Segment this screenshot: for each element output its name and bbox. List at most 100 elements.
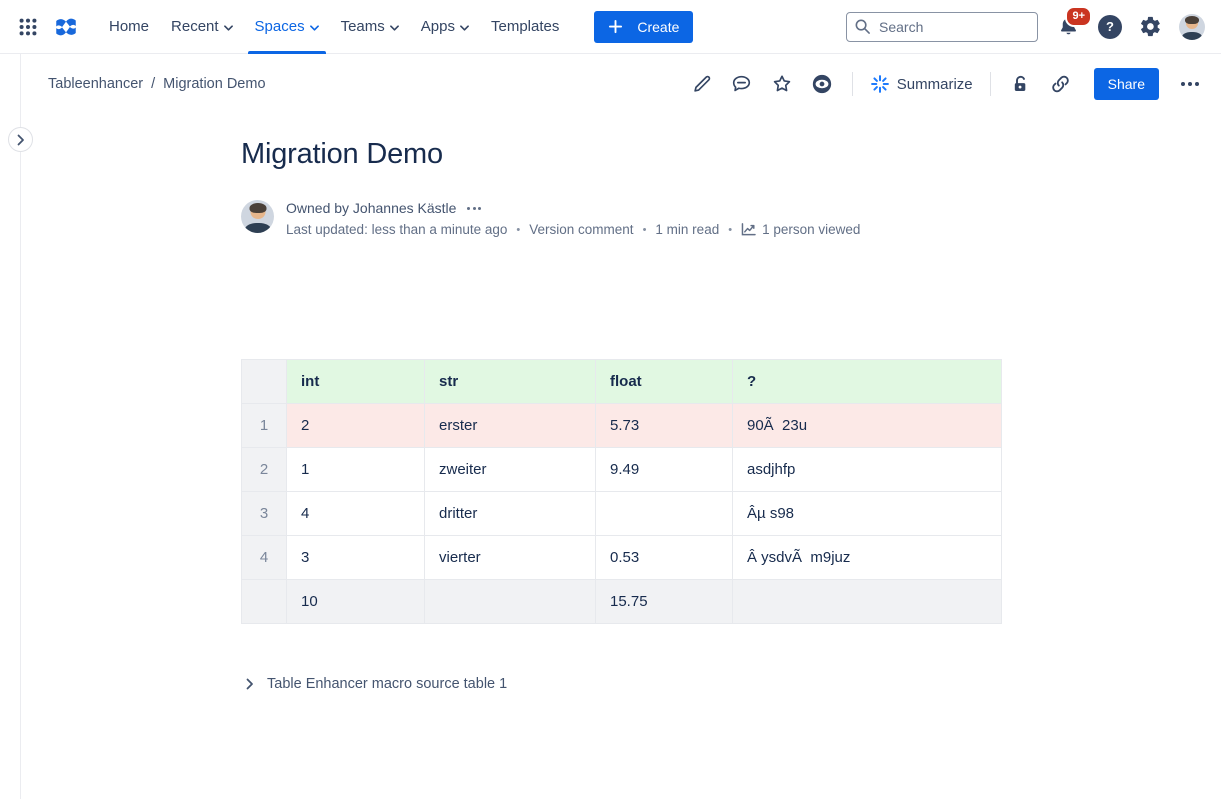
watch-button[interactable] xyxy=(805,68,839,100)
sidebar-expand-button[interactable] xyxy=(8,127,33,152)
table-cell[interactable]: 90Ã 23u xyxy=(733,404,1002,448)
restrictions-button[interactable] xyxy=(1004,68,1038,100)
meta-separator: • xyxy=(516,224,520,236)
breadcrumb-space-link[interactable]: Tableenhancer xyxy=(48,76,143,92)
table-cell[interactable]: dritter xyxy=(425,492,596,536)
version-comment-link[interactable]: Version comment xyxy=(529,222,633,237)
row-number: 1 xyxy=(242,404,287,448)
nav-label: Home xyxy=(109,18,149,35)
user-avatar[interactable] xyxy=(1179,14,1205,40)
star-icon xyxy=(771,73,793,95)
table-cell[interactable]: 5.73 xyxy=(596,404,733,448)
table-row: 43vierter0.53Â ysdvÃ m9juz xyxy=(242,536,1002,580)
nav-item-apps[interactable]: Apps xyxy=(410,0,480,54)
analytics-chart-icon xyxy=(741,223,756,236)
table-cell[interactable]: 2 xyxy=(287,404,425,448)
table-header-row: intstrfloat? xyxy=(242,360,1002,404)
table-row: 34dritterÂµ s98 xyxy=(242,492,1002,536)
plus-icon xyxy=(608,19,623,34)
star-button[interactable] xyxy=(765,68,799,100)
ellipsis-icon xyxy=(1181,82,1199,86)
table-cell[interactable]: 3 xyxy=(287,536,425,580)
breadcrumb-page-link[interactable]: Migration Demo xyxy=(163,76,265,92)
nav-label: Teams xyxy=(341,18,385,35)
chevron-right-icon xyxy=(16,134,25,146)
edit-button[interactable] xyxy=(685,68,719,100)
column-header[interactable]: int xyxy=(287,360,425,404)
settings-button[interactable] xyxy=(1139,15,1162,38)
nav-item-spaces[interactable]: Spaces xyxy=(244,0,330,54)
column-header[interactable]: str xyxy=(425,360,596,404)
table-cell[interactable]: 0.53 xyxy=(596,536,733,580)
ai-sparkle-icon xyxy=(870,74,890,94)
create-button[interactable]: Create xyxy=(594,11,693,43)
nav-item-templates[interactable]: Templates xyxy=(480,0,570,54)
table-cell[interactable]: 4 xyxy=(287,492,425,536)
summarize-label: Summarize xyxy=(897,76,973,93)
table-cell[interactable]: erster xyxy=(425,404,596,448)
comments-button[interactable] xyxy=(725,68,759,100)
notifications-button[interactable]: 9+ xyxy=(1055,13,1081,41)
pencil-icon xyxy=(691,73,713,95)
owner-link[interactable]: Owned by Johannes Kästle xyxy=(286,200,456,216)
eye-icon xyxy=(810,73,834,95)
read-time: 1 min read xyxy=(655,222,719,237)
footer-cell xyxy=(425,580,596,624)
help-button[interactable]: ? xyxy=(1098,15,1122,39)
table-cell[interactable]: asdjhfp xyxy=(733,448,1002,492)
notification-badge: 9+ xyxy=(1065,6,1092,27)
last-updated-link[interactable]: Last updated: less than a minute ago xyxy=(286,222,507,237)
breadcrumb-separator: / xyxy=(151,76,155,92)
table-cell[interactable]: Âµ s98 xyxy=(733,492,1002,536)
search-icon xyxy=(854,18,871,35)
owner-more-icon[interactable] xyxy=(464,204,484,213)
column-header[interactable]: ? xyxy=(733,360,1002,404)
meta-separator: • xyxy=(643,224,647,236)
demo-table: intstrfloat?12erster5.7390Ã 23u21zweiter… xyxy=(241,359,1002,624)
confluence-logo-icon[interactable] xyxy=(52,13,80,41)
table-cell[interactable]: 9.49 xyxy=(596,448,733,492)
chevron-down-icon xyxy=(390,25,399,31)
analytics-link[interactable]: 1 person viewed xyxy=(741,222,860,237)
corner-cell xyxy=(242,360,287,404)
column-header[interactable]: float xyxy=(596,360,733,404)
nav-label: Recent xyxy=(171,18,219,35)
summarize-button[interactable]: Summarize xyxy=(866,70,977,98)
content-area: Tableenhancer / Migration Demo xyxy=(0,54,1221,799)
table-cell[interactable]: vierter xyxy=(425,536,596,580)
footer-cell: 15.75 xyxy=(596,580,733,624)
toolbar-divider xyxy=(990,72,991,96)
table-cell[interactable] xyxy=(596,492,733,536)
footer-cell: 10 xyxy=(287,580,425,624)
nav-item-recent[interactable]: Recent xyxy=(160,0,244,54)
table-cell[interactable]: Â ysdvÃ m9juz xyxy=(733,536,1002,580)
nav-label: Spaces xyxy=(255,18,305,35)
table-row: 21zweiter9.49asdjhfp xyxy=(242,448,1002,492)
page-bar: Tableenhancer / Migration Demo xyxy=(0,54,1221,114)
search-box xyxy=(846,12,1038,42)
search-input[interactable] xyxy=(846,12,1038,42)
share-button[interactable]: Share xyxy=(1094,68,1159,100)
comment-icon xyxy=(730,73,753,95)
app-switcher-icon[interactable] xyxy=(14,13,42,41)
create-label-text: Create xyxy=(637,19,679,35)
nav-item-home[interactable]: Home xyxy=(98,0,160,54)
expand-label: Table Enhancer macro source table 1 xyxy=(267,676,507,692)
table-wrapper: intstrfloat?12erster5.7390Ã 23u21zweiter… xyxy=(241,359,1003,624)
chevron-right-icon xyxy=(245,678,254,690)
confluence-page: Home Recent Spaces Teams Apps Templates … xyxy=(0,0,1221,799)
owner-avatar[interactable] xyxy=(241,200,274,233)
chevron-down-icon xyxy=(460,25,469,31)
table-cell[interactable]: zweiter xyxy=(425,448,596,492)
expand-source-table[interactable]: Table Enhancer macro source table 1 xyxy=(241,676,1003,692)
more-actions-button[interactable] xyxy=(1173,68,1207,100)
viewers-label: 1 person viewed xyxy=(762,222,860,237)
chevron-down-icon xyxy=(310,25,319,31)
question-mark-icon: ? xyxy=(1106,19,1114,34)
nav-item-teams[interactable]: Teams xyxy=(330,0,410,54)
nav-label: Templates xyxy=(491,18,559,35)
link-icon xyxy=(1049,73,1072,95)
sidebar-divider xyxy=(20,54,21,799)
table-cell[interactable]: 1 xyxy=(287,448,425,492)
copy-link-button[interactable] xyxy=(1044,68,1078,100)
